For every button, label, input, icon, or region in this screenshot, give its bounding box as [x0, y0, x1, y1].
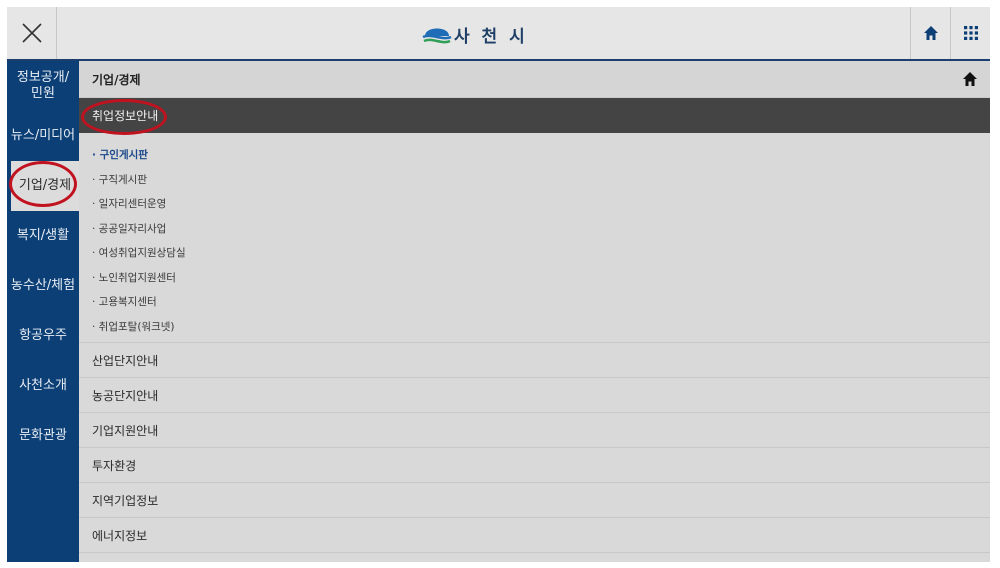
- top-bar: 사 천 시: [7, 7, 990, 61]
- sacheon-emblem-icon: [422, 28, 452, 44]
- sidebar-item-agriculture[interactable]: 농수산/체험: [7, 261, 79, 311]
- home-icon[interactable]: [962, 71, 978, 87]
- breadcrumb-label: 기업/경제: [92, 72, 141, 87]
- top-icons: [910, 7, 990, 59]
- sidebar-item-aerospace[interactable]: 항공우주: [7, 311, 79, 361]
- menu-item-local-business[interactable]: 지역기업정보: [79, 483, 990, 518]
- breadcrumb: 기업/경제: [79, 61, 990, 98]
- submenu-item-job-seekers[interactable]: · 구직게시판: [92, 168, 990, 193]
- menu-item-investment[interactable]: 투자환경: [79, 448, 990, 483]
- sidebar-item-label: 항공우주: [19, 328, 67, 343]
- sidebar: 정보공개/민원 뉴스/미디어 기업/경제 복지/생활 농수산/체험 항공우주 사…: [7, 61, 79, 562]
- home-button[interactable]: [910, 7, 950, 59]
- app-frame: 사 천 시 정보공개/민원 뉴스/미디어 기업/경제 복지/생활 농수산/체험 …: [7, 7, 990, 562]
- section-title: 취업정보안내: [92, 109, 159, 123]
- grid-menu-button[interactable]: [950, 7, 990, 59]
- sidebar-item-label: 뉴스/미디어: [10, 128, 76, 143]
- menu-item-energy[interactable]: 에너지정보: [79, 518, 990, 553]
- sidebar-item-label: 정보공개/민원: [16, 70, 70, 101]
- sidebar-item-label: 기업/경제: [18, 178, 72, 193]
- close-button[interactable]: [7, 7, 57, 59]
- close-icon: [21, 23, 42, 43]
- sidebar-item-about-sacheon[interactable]: 사천소개: [7, 361, 79, 411]
- sacheon-logo[interactable]: 사 천 시: [422, 20, 528, 48]
- menu-item-agri-industrial-complex[interactable]: 농공단지안내: [79, 378, 990, 413]
- sidebar-item-label: 복지/생활: [16, 228, 70, 243]
- submenu-list: · 구인게시판 · 구직게시판 · 일자리센터운영 · 공공일자리사업 · 여성…: [79, 133, 990, 343]
- menu-item-industrial-complex[interactable]: 산업단지안내: [79, 343, 990, 378]
- home-icon: [923, 26, 938, 40]
- sidebar-item-welfare-life[interactable]: 복지/생활: [7, 211, 79, 261]
- grid-menu-icon: [963, 26, 978, 40]
- sidebar-item-label: 문화관광: [19, 428, 67, 443]
- submenu-item-employment-welfare[interactable]: · 고용복지센터: [92, 290, 990, 315]
- submenu-item-senior-center[interactable]: · 노인취업지원센터: [92, 266, 990, 291]
- sidebar-item-label: 사천소개: [19, 378, 67, 393]
- submenu-item-women-counsel[interactable]: · 여성취업지원상담실: [92, 241, 990, 266]
- sidebar-item-culture-tourism[interactable]: 문화관광: [7, 411, 79, 461]
- submenu-item-worknet[interactable]: · 취업포탈(워크넷): [92, 315, 990, 340]
- sidebar-item-business-economy[interactable]: 기업/경제: [7, 161, 79, 211]
- section-job-info[interactable]: 취업정보안내: [79, 98, 990, 133]
- submenu-item-job-offers[interactable]: · 구인게시판: [92, 143, 990, 168]
- menu-item-business-support[interactable]: 기업지원안내: [79, 413, 990, 448]
- sidebar-item-info-disclosure[interactable]: 정보공개/민원: [7, 61, 79, 111]
- submenu-item-public-jobs[interactable]: · 공공일자리사업: [92, 217, 990, 242]
- sidebar-item-news-media[interactable]: 뉴스/미디어: [7, 111, 79, 161]
- logo-text: 사 천 시: [454, 26, 528, 47]
- submenu-item-job-center[interactable]: · 일자리센터운영: [92, 192, 990, 217]
- main-content: 기업/경제 취업정보안내 · 구인게시판 · 구직게시판 · 일자리센터운영 ·…: [79, 61, 990, 562]
- sidebar-item-label: 농수산/체험: [10, 278, 76, 293]
